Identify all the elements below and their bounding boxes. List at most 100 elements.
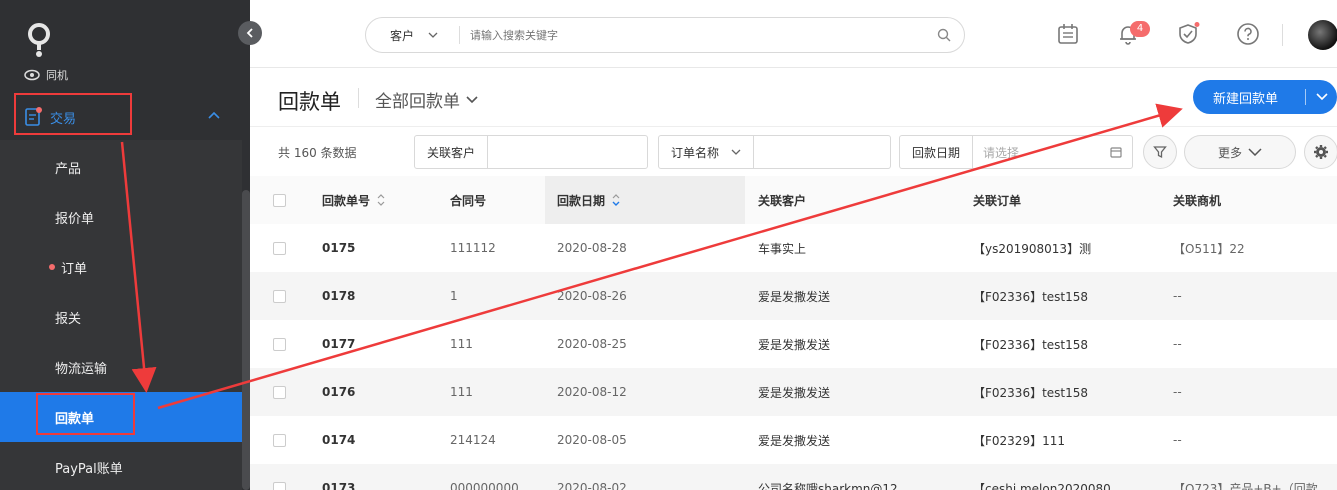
- help-icon[interactable]: [1236, 22, 1260, 46]
- sidebar-item-label: PayPal账单: [55, 461, 123, 477]
- cell-customer[interactable]: 爱是发撒发送: [758, 416, 830, 464]
- date-filter-input[interactable]: 请选择: [973, 144, 1110, 161]
- cell-opportunity[interactable]: 【O511】22: [1173, 224, 1245, 272]
- cell-customer[interactable]: 车事实上: [758, 224, 806, 272]
- chevron-up-icon: [208, 108, 220, 122]
- gear-icon: [1314, 145, 1328, 159]
- cell-opportunity[interactable]: 【O723】产品+B+（回款: [1173, 464, 1318, 490]
- topbar-divider: [1282, 24, 1283, 46]
- cell-contract-no: 214124: [450, 433, 496, 447]
- table-row[interactable]: 0174 214124 2020-08-05 爱是发撒发送 【F02329】111 --: [250, 416, 1337, 464]
- select-all-checkbox[interactable]: [273, 176, 286, 224]
- sidebar-item-top[interactable]: 同机: [0, 62, 242, 88]
- cell-receipt-no: 0174: [322, 433, 356, 447]
- row-checkbox[interactable]: [273, 416, 286, 464]
- cell-order[interactable]: 【F02336】test158: [973, 272, 1088, 320]
- cell-opportunity[interactable]: --: [1173, 368, 1182, 416]
- sidebar-item-3[interactable]: 报关: [0, 292, 242, 342]
- table-row[interactable]: 0178 1 2020-08-26 爱是发撒发送 【F02336】test158 --: [250, 272, 1337, 320]
- sidebar-item-label: 订单: [61, 261, 88, 277]
- cell-order[interactable]: 【F02336】test158: [973, 368, 1088, 416]
- header-opportunity[interactable]: 关联商机: [1173, 176, 1221, 224]
- chevron-down-icon: [731, 149, 741, 155]
- more-filters-label: 更多: [1217, 145, 1242, 160]
- cell-order[interactable]: 【F02329】111: [973, 416, 1065, 464]
- annotation-box-receipt: [36, 393, 135, 435]
- cell-opportunity[interactable]: --: [1173, 320, 1182, 368]
- cell-receipt-no: 0177: [322, 337, 356, 351]
- title-divider: [358, 88, 359, 108]
- cell-order[interactable]: 【F02336】test158: [973, 320, 1088, 368]
- app-logo-icon[interactable]: [26, 22, 52, 58]
- calendar-icon[interactable]: [1056, 22, 1080, 46]
- page-title: 回款单: [278, 90, 341, 114]
- sidebar-item-1[interactable]: 报价单: [0, 192, 242, 242]
- topbar: 客户 4: [250, 0, 1337, 68]
- sidebar-item-label: 报关: [55, 311, 82, 327]
- order-filter-select[interactable]: 订单名称: [659, 136, 755, 168]
- chevron-down-icon: [428, 32, 438, 38]
- chevron-down-icon: [1315, 93, 1328, 101]
- row-checkbox[interactable]: [273, 320, 286, 368]
- sort-icon: [377, 194, 385, 206]
- header-receipt-no[interactable]: 回款单号: [322, 176, 386, 224]
- new-receipt-button[interactable]: 新建回款单: [1193, 80, 1337, 114]
- cell-customer[interactable]: 爱是发撒发送: [758, 368, 830, 416]
- table-row[interactable]: 0173 000000000 2020-08-02 公司名称哦sharkmn@12 【c…: [250, 464, 1337, 490]
- sidebar-item-4[interactable]: 物流运输: [0, 342, 242, 392]
- header-order[interactable]: 关联订单: [973, 176, 1021, 224]
- header-contract-no[interactable]: 合同号: [450, 176, 486, 224]
- date-filter: 回款日期 请选择: [899, 135, 1133, 169]
- header-customer[interactable]: 关联客户: [758, 176, 806, 224]
- avatar[interactable]: [1308, 20, 1337, 50]
- cell-contract-no: 000000000: [450, 481, 519, 490]
- new-receipt-dropdown[interactable]: [1306, 90, 1337, 104]
- cell-receipt-date: 2020-08-05: [557, 433, 627, 447]
- cell-order[interactable]: 【ys201908013】测: [973, 224, 1091, 272]
- row-checkbox[interactable]: [273, 464, 286, 490]
- cell-customer[interactable]: 爱是发撒发送: [758, 272, 830, 320]
- table-row[interactable]: 0177 111 2020-08-25 爱是发撒发送 【F02336】test158 --: [250, 320, 1337, 368]
- more-filters-button[interactable]: 更多: [1184, 135, 1296, 169]
- row-checkbox[interactable]: [273, 368, 286, 416]
- table-row[interactable]: 0176 111 2020-08-12 爱是发撒发送 【F02336】test158 --: [250, 368, 1337, 416]
- customer-filter-label: 关联客户: [415, 136, 489, 168]
- cell-receipt-date: 2020-08-12: [557, 385, 627, 399]
- cell-receipt-no: 0178: [322, 289, 356, 303]
- chevron-down-icon: [466, 95, 478, 103]
- table-row[interactable]: 0175 111112 2020-08-28 车事实上 【ys201908013】测 【O…: [250, 224, 1337, 272]
- row-checkbox[interactable]: [273, 224, 286, 272]
- sidebar-scrollbar[interactable]: [242, 190, 250, 490]
- cell-customer[interactable]: 公司名称哦sharkmn@12: [758, 464, 898, 490]
- cell-receipt-no: 0175: [322, 241, 356, 255]
- search-scope-label: 客户: [390, 28, 415, 43]
- chevron-left-icon: [246, 28, 253, 38]
- view-select[interactable]: 全部回款单: [375, 87, 478, 112]
- cell-receipt-date: 2020-08-25: [557, 337, 627, 351]
- receipts-table: 回款单号 合同号 回款日期 关联客户 关联订单 关联商机 0175 111112 2…: [250, 176, 1337, 490]
- header-receipt-date[interactable]: 回款日期: [557, 176, 621, 224]
- table-header-row: 回款单号 合同号 回款日期 关联客户 关联订单 关联商机: [250, 176, 1337, 224]
- shield-check-icon[interactable]: [1176, 22, 1200, 46]
- unread-dot: [49, 264, 55, 270]
- cell-customer[interactable]: 爱是发撒发送: [758, 320, 830, 368]
- cell-contract-no: 111112: [450, 241, 496, 255]
- search-input[interactable]: [460, 28, 924, 42]
- cell-opportunity[interactable]: --: [1173, 416, 1182, 464]
- order-filter-label: 订单名称: [671, 145, 720, 160]
- notification-badge: 4: [1130, 21, 1150, 37]
- cell-opportunity[interactable]: --: [1173, 272, 1182, 320]
- sidebar-item-0[interactable]: 产品: [0, 142, 242, 192]
- settings-button[interactable]: [1304, 135, 1337, 169]
- collapse-sidebar-button[interactable]: [238, 21, 262, 45]
- cell-contract-no: 111: [450, 337, 473, 351]
- row-checkbox[interactable]: [273, 272, 286, 320]
- sidebar-item-2[interactable]: 订单: [0, 242, 242, 292]
- global-search: 客户: [365, 17, 965, 53]
- eye-icon: [24, 69, 40, 81]
- search-icon[interactable]: [924, 28, 964, 42]
- sidebar-item-6[interactable]: PayPal账单: [0, 442, 242, 490]
- cell-order[interactable]: 【ceshi melon2020080: [973, 464, 1111, 490]
- filter-button[interactable]: [1143, 135, 1177, 169]
- search-scope-select[interactable]: 客户: [366, 26, 460, 44]
